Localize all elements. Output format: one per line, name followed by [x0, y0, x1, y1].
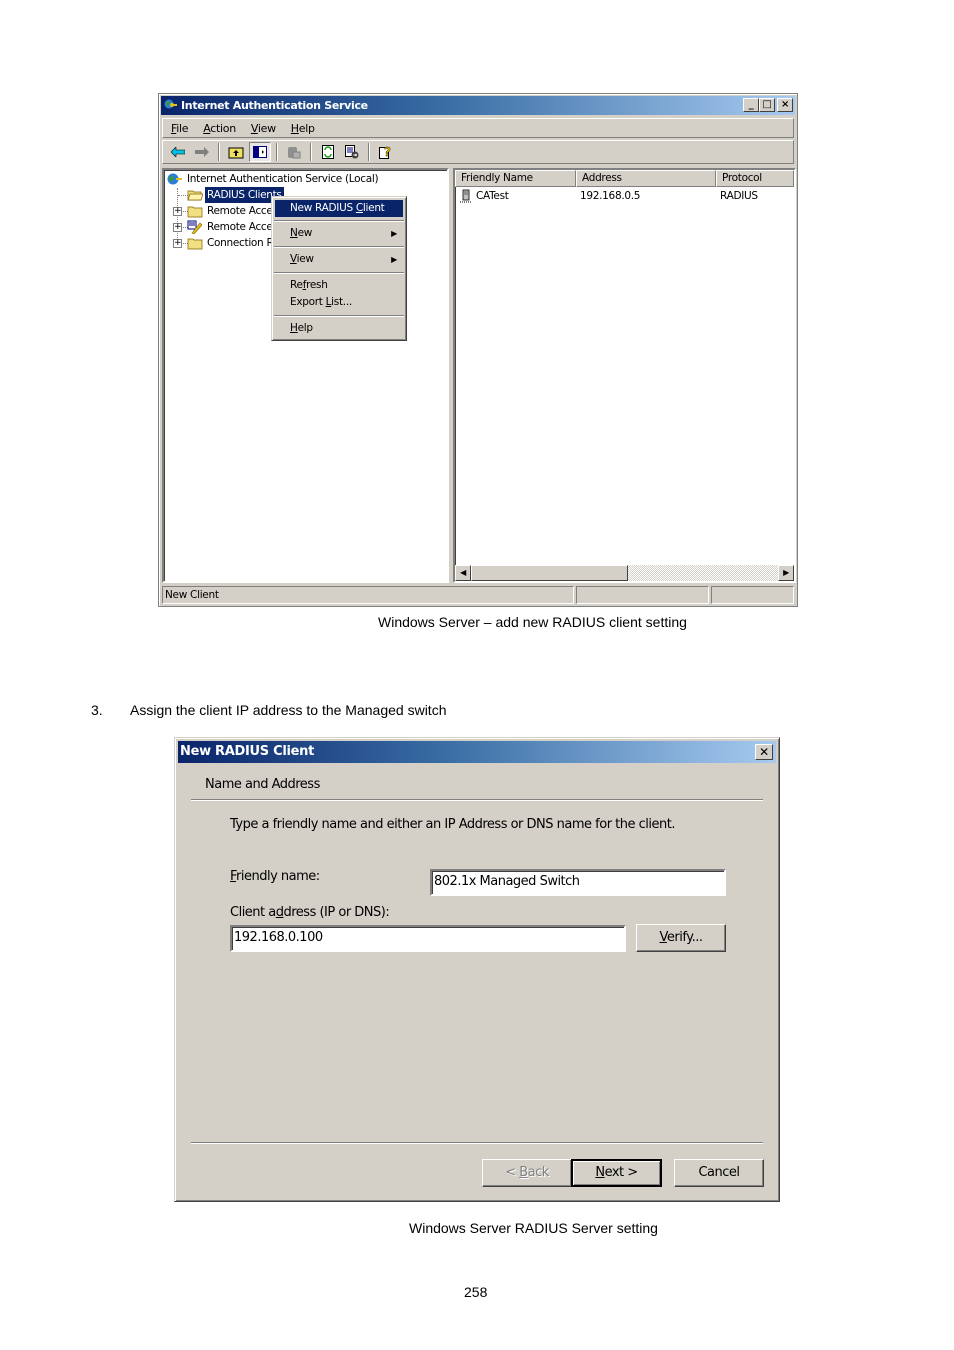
verify-button[interactable]: Verify... — [636, 924, 726, 952]
scroll-left-button[interactable]: ◀ — [455, 565, 471, 581]
status-pane-3 — [711, 586, 794, 604]
scroll-thumb[interactable] — [471, 565, 628, 581]
tree-item-remote-access-logging[interactable]: Remote Acces — [187, 203, 277, 219]
tree-root[interactable]: Internet Authentication Service (Local) — [167, 171, 437, 187]
list-row[interactable]: CATest 192.168.0.5 RADIUS — [455, 188, 794, 204]
menu-item-refresh[interactable]: Refresh — [275, 277, 403, 294]
window-titlebar: Internet Authentication Service _ □ × — [161, 96, 795, 115]
close-button[interactable]: × — [777, 98, 793, 112]
client-protocol: RADIUS — [720, 190, 758, 202]
menu-view[interactable]: View — [251, 122, 276, 135]
maximize-button[interactable]: □ — [759, 98, 775, 112]
step-text: Assign the client IP address to the Mana… — [130, 702, 447, 718]
help-icon: ? — [379, 145, 392, 159]
status-pane-2 — [576, 586, 709, 604]
forward-button[interactable] — [191, 142, 213, 162]
list-header: Friendly Name Address Protocol — [455, 170, 794, 187]
folder-icon — [187, 238, 203, 250]
menu-separator — [274, 220, 404, 222]
refresh-icon — [322, 145, 334, 159]
svg-text:?: ? — [384, 145, 391, 159]
figure-caption-1: Windows Server – add new RADIUS client s… — [378, 614, 687, 630]
expand-icon[interactable]: + — [173, 239, 182, 248]
next-button[interactable]: Next > — [571, 1159, 662, 1187]
toolbar-separator — [218, 143, 220, 161]
client-name: CATest — [476, 190, 509, 202]
toolbar-separator — [368, 143, 370, 161]
menu-separator — [274, 246, 404, 248]
instruction-text: Type a friendly name and either an IP Ad… — [230, 817, 675, 832]
delete-button — [283, 142, 305, 162]
forward-arrow-icon — [195, 147, 209, 157]
folder-icon — [187, 206, 203, 218]
folder-open-icon — [187, 190, 203, 201]
console-tree-icon — [253, 146, 267, 158]
status-text: New Client — [162, 586, 574, 604]
menu-help[interactable]: Help — [291, 122, 315, 135]
client-address: 192.168.0.5 — [580, 190, 641, 202]
client-address-input[interactable]: 192.168.0.100 — [230, 925, 626, 952]
column-header-friendly-name[interactable]: Friendly Name — [455, 170, 576, 187]
results-list: Friendly Name Address Protocol CATest 19… — [453, 168, 796, 583]
menu-item-new-radius-client[interactable]: New RADIUS Client — [275, 200, 403, 217]
up-folder-icon — [228, 147, 244, 159]
ias-console-window: Internet Authentication Service _ □ × Fi… — [158, 93, 798, 607]
dialog-close-button[interactable]: ✕ — [755, 744, 773, 760]
submenu-arrow-icon: ▶ — [391, 229, 397, 238]
expand-icon[interactable]: + — [173, 207, 182, 216]
ias-globe-icon — [167, 173, 182, 185]
dialog-title: New RADIUS Client — [180, 744, 315, 759]
context-menu: New RADIUS Client New ▶ View ▶ Refresh Exp… — [271, 196, 407, 341]
horizontal-scrollbar[interactable]: ◀ ▶ — [455, 565, 794, 581]
menu-separator — [274, 272, 404, 274]
client-address-label: Client address (IP or DNS): — [230, 905, 390, 920]
back-arrow-icon — [171, 147, 185, 157]
menu-action[interactable]: Action — [203, 122, 236, 135]
column-header-protocol[interactable]: Protocol — [716, 170, 794, 187]
footer-divider — [191, 1142, 763, 1144]
scroll-right-button[interactable]: ▶ — [778, 565, 794, 581]
page-number: 258 — [464, 1284, 488, 1300]
up-one-level-button[interactable] — [225, 142, 247, 162]
delete-disabled-icon — [288, 147, 301, 159]
menu-item-export-list[interactable]: Export List... — [275, 294, 403, 311]
submenu-arrow-icon: ▶ — [391, 255, 397, 264]
menu-separator — [274, 315, 404, 317]
menu-bar: File Action View Help — [162, 118, 794, 138]
tree-item-remote-access-policies[interactable]: Remote Acces — [187, 219, 277, 235]
menu-item-view[interactable]: View ▶ — [275, 251, 403, 268]
column-header-address[interactable]: Address — [576, 170, 716, 187]
new-radius-client-dialog: New RADIUS Client ✕ Name and Address Typ… — [174, 737, 780, 1202]
policy-icon — [187, 220, 203, 234]
cancel-button[interactable]: Cancel — [674, 1159, 764, 1187]
figure-caption-2: Windows Server RADIUS Server setting — [409, 1220, 658, 1236]
export-list-button[interactable] — [341, 142, 363, 162]
minimize-button[interactable]: _ — [743, 98, 759, 112]
menu-item-help[interactable]: Help — [275, 320, 403, 337]
toolbar-separator — [276, 143, 278, 161]
radius-client-icon — [460, 189, 472, 203]
back-button: < Back — [482, 1159, 572, 1187]
help-button[interactable]: ? — [375, 142, 397, 162]
export-list-icon — [345, 145, 359, 159]
step-number: 3. — [91, 702, 103, 718]
menu-file[interactable]: File — [171, 122, 189, 135]
dialog-titlebar: New RADIUS Client ✕ — [178, 741, 776, 763]
toolbar-separator — [310, 143, 312, 161]
friendly-name-label: Friendly name: — [230, 869, 320, 884]
ias-globe-key-icon — [164, 99, 177, 109]
show-hide-tree-button[interactable] — [249, 142, 271, 162]
back-button[interactable] — [167, 142, 189, 162]
toolbar: ? — [162, 140, 794, 164]
status-bar: New Client — [162, 586, 794, 604]
header-divider — [191, 799, 763, 801]
window-title: Internet Authentication Service — [181, 99, 368, 112]
tree-item-connection-request[interactable]: Connection R — [187, 235, 277, 251]
section-heading: Name and Address — [205, 777, 320, 792]
menu-item-new[interactable]: New ▶ — [275, 225, 403, 242]
expand-icon[interactable]: + — [173, 223, 182, 232]
refresh-button[interactable] — [317, 142, 339, 162]
friendly-name-input[interactable]: 802.1x Managed Switch — [430, 869, 726, 896]
